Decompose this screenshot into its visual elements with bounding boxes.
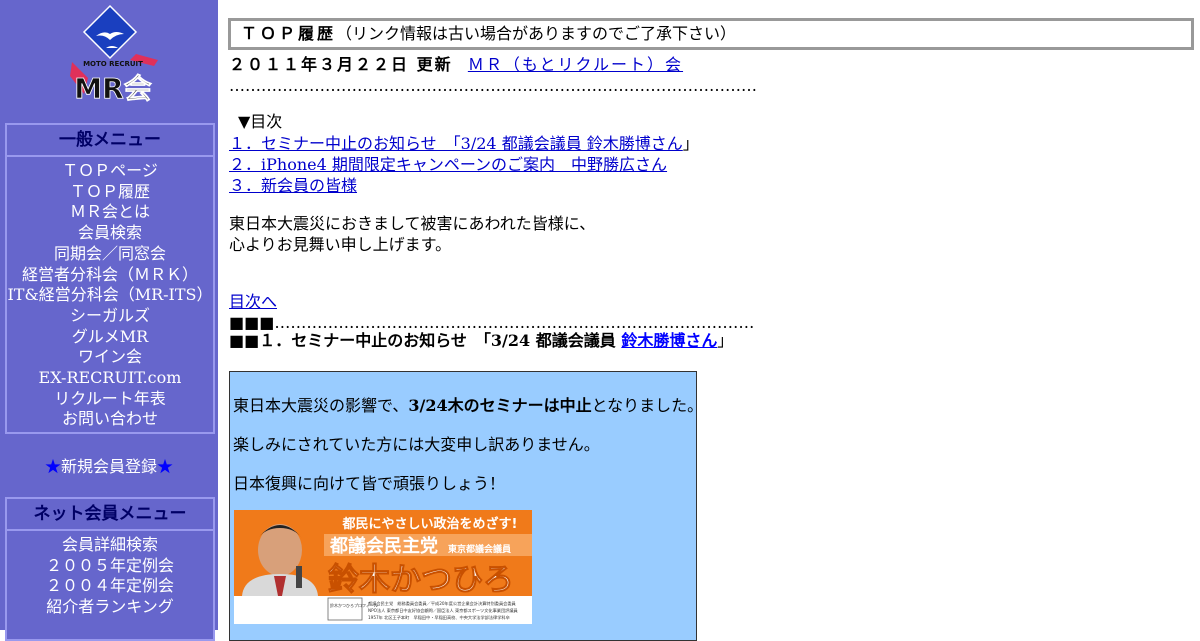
microphone-icon <box>296 566 302 588</box>
menu-item[interactable]: お問い合わせ <box>7 409 213 430</box>
condolence-text: 東日本大震災におきまして被害にあわれた皆様に、 心よりお見舞い申し上げます。 <box>229 213 595 255</box>
back-to-toc-link[interactable]: 目次へ <box>229 291 277 312</box>
menu-item[interactable]: 経営者分科会（ＭＲＫ） <box>7 265 213 286</box>
notice-line-1: 東日本大震災の影響で、3/24木のセミナーは中止となりました。 <box>233 392 703 416</box>
general-menu: 一般メニュー ＴＯＰページ ＴＯＰ履歴 ＭＲ会とは 会員検索 同期会／同窓会 経営者分科会… <box>5 123 215 435</box>
suzuki-banner-image: 都民にやさしい政治をめざす! 都議会民主党 東京都議会議員 鈴木かつひろ 鈴木か… <box>234 510 532 624</box>
menu-item[interactable]: ＴＯＰページ <box>7 161 213 182</box>
new-member-label: 新規会員登録 <box>60 457 157 476</box>
toc-link[interactable]: ３．新会員の皆様 <box>229 176 357 195</box>
toc-item: １．セミナー中止のお知らせ 「3/24 都議会議員 鈴木勝博さん」 <box>229 133 699 154</box>
logo-brand-small: MOTO RECRUIT <box>83 60 143 68</box>
toc-link[interactable]: １．セミナー中止のお知らせ 「3/24 都議会議員 鈴木勝博さん <box>229 134 683 153</box>
logo-brand-big: MR会 <box>74 72 151 104</box>
sidebar: MOTO RECRUIT MR会 一般メニュー ＴＯＰページ ＴＯＰ履歴 ＭＲ会とは… <box>0 0 218 641</box>
menu-item[interactable]: シーガルズ <box>7 306 213 327</box>
new-member-register-link[interactable]: ★新規会員登録★ <box>0 457 218 477</box>
suzuki-link[interactable]: 鈴木勝博さん <box>621 331 717 350</box>
section-title-text: ■■１．セミナー中止のお知らせ 「3/24 都議会議員 <box>229 331 622 350</box>
menu-item[interactable]: 紹介者ランキング <box>7 597 213 618</box>
net-menu-title: ネット会員メニュー <box>7 499 213 531</box>
menu-item[interactable]: ２００５年定例会 <box>7 556 213 577</box>
menu-item[interactable]: 会員詳細検索 <box>7 535 213 556</box>
banner-profile-line: 1957年 北区王子本町 早稲田中・早稲田高校、中央大学法学部法律学科卒 <box>368 614 510 621</box>
menu-item[interactable]: リクルート年表 <box>7 389 213 410</box>
menu-item[interactable]: ＭＲ会とは <box>7 202 213 223</box>
toc-list: １．セミナー中止のお知らせ 「3/24 都議会議員 鈴木勝博さん」 ２．iPhon… <box>229 133 699 196</box>
net-menu-list: 会員詳細検索 ２００５年定例会 ２００４年定例会 紹介者ランキング <box>7 531 213 620</box>
update-line: ２０１１年３月２２日 更新 ＭＲ（もとリクルート）会 <box>229 54 683 76</box>
toc-item: ３．新会員の皆様 <box>229 175 699 196</box>
star-icon: ★ <box>157 457 174 476</box>
notice-emphasis: 3/24木のセミナーは中止 <box>408 396 592 415</box>
toc-link[interactable]: ２．iPhone4 期間限定キャンペーンのご案内 中野勝広さん <box>229 155 667 174</box>
page-title: ＴＯＰ履歴 <box>241 24 337 43</box>
toc-item-tail: 」 <box>682 134 699 153</box>
net-member-menu: ネット会員メニュー 会員詳細検索 ２００５年定例会 ２００４年定例会 紹介者ランキング <box>5 497 215 641</box>
condolence-line: 東日本大震災におきまして被害にあわれた皆様に、 <box>229 214 596 233</box>
page-title-note: （リンク情報は古い場合がありますのでご了承下さい） <box>336 24 737 43</box>
star-icon: ★ <box>44 457 61 476</box>
mr-home-link[interactable]: ＭＲ（もとリクルート）会 <box>468 55 683 74</box>
menu-item[interactable]: ワイン会 <box>7 347 213 368</box>
notice-box: 東日本大震災の影響で、3/24木のセミナーは中止となりました。 楽しみにされてい… <box>229 371 703 641</box>
menu-item[interactable]: IT&経営分科会（MR-ITS） <box>7 285 213 306</box>
section-title-end: 」 <box>717 331 734 350</box>
notice-text: 東日本大震災の影響で、 <box>233 396 409 415</box>
banner-tagline: 都民にやさしい政治をめざす! <box>342 516 518 532</box>
suzuki-banner[interactable]: 都民にやさしい政治をめざす! 都議会民主党 東京都議会議員 鈴木かつひろ 鈴木か… <box>234 510 532 624</box>
banner-party: 都議会民主党 <box>329 535 438 557</box>
notice-line-3: 日本復興に向けて皆で頑張りしょう！ <box>233 474 506 493</box>
menu-item[interactable]: ２００４年定例会 <box>7 576 213 597</box>
notice-text: となりました。 <box>591 396 704 415</box>
banner-profile-line: 都議会民主党 総務委員会委員／平成20年度公営企業会計決算特別委員会委員 <box>368 600 517 607</box>
toc-item: ２．iPhone4 期間限定キャンペーンのご案内 中野勝広さん <box>229 154 699 175</box>
update-date: ２０１１年３月２２日 更新 <box>229 55 453 74</box>
page-title-box: ＴＯＰ履歴（リンク情報は古い場合がありますのでご了承下さい） <box>228 18 1194 50</box>
notice-line-2: 楽しみにされていた方には大変申し訳ありません。 <box>233 435 600 454</box>
mr-logo-icon: MOTO RECRUIT MR会 <box>70 4 158 105</box>
condolence-line: 心よりお見舞い申し上げます。 <box>229 235 452 254</box>
menu-item[interactable]: 同期会／同窓会 <box>7 244 213 265</box>
menu-item[interactable]: EX-RECRUIT.com <box>7 368 213 389</box>
general-menu-title: 一般メニュー <box>7 125 213 157</box>
mr-logo[interactable]: MOTO RECRUIT MR会 <box>66 4 160 105</box>
banner-name: 鈴木かつひろ <box>328 562 514 598</box>
dotted-divider: ……………………………………………………………………………………… <box>229 76 757 95</box>
section-title: ■■１．セミナー中止のお知らせ 「3/24 都議会議員 鈴木勝博さん」 <box>229 330 733 351</box>
menu-item[interactable]: 会員検索 <box>7 223 213 244</box>
toc-label: ▼目次 <box>238 112 283 131</box>
menu-item[interactable]: ＴＯＰ履歴 <box>7 182 213 203</box>
general-menu-list: ＴＯＰページ ＴＯＰ履歴 ＭＲ会とは 会員検索 同期会／同窓会 経営者分科会（ＭＲＫ） IT… <box>7 157 213 432</box>
banner-role: 東京都議会議員 <box>448 543 511 555</box>
banner-profile-line: NPO法人 東京都日中友好協会顧問／国臣法人 東京都スポーツ文化事業団評議員 <box>368 607 519 614</box>
menu-item[interactable]: グルメMR <box>7 327 213 348</box>
